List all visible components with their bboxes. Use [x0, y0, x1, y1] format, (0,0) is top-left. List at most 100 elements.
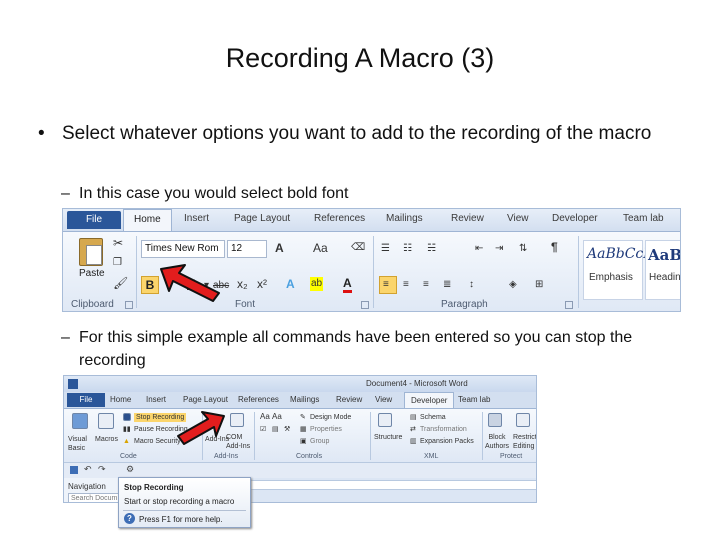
tab-team-lab[interactable]: Team lab: [458, 395, 490, 404]
restrict-editing-icon[interactable]: [516, 413, 530, 427]
rich-text-control-button[interactable]: Aa: [260, 412, 270, 421]
align-center-icon[interactable]: ≡: [403, 278, 409, 292]
numbering-icon[interactable]: ☷: [403, 242, 412, 256]
highlight-color-button[interactable]: ab: [310, 277, 324, 291]
transformation-button[interactable]: Transformation: [420, 425, 467, 434]
tab-developer[interactable]: Developer: [552, 213, 598, 224]
copy-icon[interactable]: ❐: [113, 256, 122, 270]
design-mode-icon[interactable]: ✎: [300, 413, 306, 422]
paste-label[interactable]: Paste: [79, 268, 105, 279]
schema-button[interactable]: Schema: [420, 413, 446, 422]
save-icon[interactable]: [70, 466, 78, 474]
bullets-icon[interactable]: ☰: [381, 242, 390, 256]
font-name-box[interactable]: Times New Rom: [141, 240, 225, 258]
scissors-icon[interactable]: ✂: [113, 236, 123, 250]
sort-icon[interactable]: ⇅: [519, 242, 527, 256]
macros-label[interactable]: Macros: [95, 435, 118, 444]
redo-icon[interactable]: ↷: [98, 464, 106, 475]
expansion-packs-icon[interactable]: ▥: [410, 437, 417, 446]
visual-basic-icon[interactable]: [72, 413, 88, 429]
visual-basic-label[interactable]: Visual Basic: [68, 435, 96, 453]
com-addins-icon[interactable]: [230, 413, 244, 427]
tab-file[interactable]: File: [67, 211, 121, 229]
tab-home[interactable]: Home: [123, 209, 172, 232]
navigation-label: Navigation: [68, 482, 106, 491]
schema-icon[interactable]: ▤: [410, 413, 417, 422]
subscript-button[interactable]: x₂: [237, 277, 248, 291]
paste-icon[interactable]: [79, 238, 103, 266]
structure-label[interactable]: Structure: [374, 433, 402, 442]
clipboard-launcher-icon[interactable]: [125, 301, 133, 309]
tab-developer[interactable]: Developer: [404, 392, 455, 409]
align-left-icon[interactable]: ≡: [383, 278, 389, 292]
structure-icon[interactable]: [378, 413, 392, 427]
tab-review[interactable]: Review: [451, 213, 484, 224]
tab-view[interactable]: View: [375, 395, 392, 404]
search-document-input[interactable]: Search Docum: [68, 493, 120, 502]
block-authors-icon[interactable]: [488, 413, 502, 427]
tab-home[interactable]: Home: [110, 395, 131, 404]
macro-icon[interactable]: ⚙: [126, 464, 134, 475]
tab-file[interactable]: File: [67, 393, 105, 407]
grow-font-icon[interactable]: A: [275, 241, 284, 255]
window-title-bar: Document4 - Microsoft Word: [64, 376, 536, 392]
macros-icon[interactable]: [98, 413, 114, 429]
legacy-tools-icon[interactable]: ⚒: [284, 425, 290, 434]
justify-icon[interactable]: ≣: [443, 278, 451, 292]
block-authors-label[interactable]: Block Authors: [484, 433, 510, 451]
decrease-indent-icon[interactable]: ⇤: [475, 242, 483, 256]
tab-mailings[interactable]: Mailings: [290, 395, 319, 404]
group-icon[interactable]: ▣: [300, 437, 307, 446]
document-ruler[interactable]: [234, 480, 536, 490]
ribbon-body: Paste ✂ ❐ 🖌 Clipboard Times New Rom 12 A…: [63, 231, 680, 311]
stop-recording-icon[interactable]: [123, 413, 131, 421]
design-mode-button[interactable]: Design Mode: [310, 413, 351, 422]
tab-mailings[interactable]: Mailings: [386, 213, 423, 224]
font-size-box[interactable]: 12: [227, 240, 267, 258]
warning-icon[interactable]: ▲: [123, 437, 130, 446]
tab-view[interactable]: View: [507, 213, 529, 224]
increase-indent-icon[interactable]: ⇥: [495, 242, 503, 256]
bullet-main: • Select whatever options you want to ad…: [38, 120, 698, 147]
line-spacing-icon[interactable]: ↕: [469, 278, 474, 292]
tooltip-title: Stop Recording: [124, 483, 184, 492]
tab-insert[interactable]: Insert: [184, 213, 209, 224]
com-addins-label[interactable]: COM Add-Ins: [226, 433, 254, 451]
tab-insert[interactable]: Insert: [146, 395, 166, 404]
superscript-button[interactable]: x²: [257, 277, 267, 291]
word-icon: [68, 379, 78, 389]
plain-text-control-button[interactable]: Aa: [272, 412, 282, 421]
align-right-icon[interactable]: ≡: [423, 278, 429, 292]
tab-team-lab[interactable]: Team lab: [623, 213, 664, 224]
restrict-editing-label[interactable]: Restrict Editing: [513, 433, 536, 451]
format-painter-icon[interactable]: 🖌: [113, 276, 128, 290]
tab-page-layout[interactable]: Page Layout: [183, 395, 228, 404]
shading-icon[interactable]: ◈: [509, 278, 517, 292]
tab-page-layout[interactable]: Page Layout: [234, 213, 290, 224]
pause-recording-icon[interactable]: ▮▮: [123, 425, 131, 434]
tab-review[interactable]: Review: [336, 395, 362, 404]
group-button[interactable]: Group: [310, 437, 329, 446]
bold-button[interactable]: B: [141, 276, 159, 294]
font-launcher-icon[interactable]: [361, 301, 369, 309]
multilevel-list-icon[interactable]: ☵: [427, 242, 436, 256]
font-color-button[interactable]: A: [343, 276, 352, 293]
borders-icon[interactable]: ⊞: [535, 278, 543, 292]
clear-format-icon[interactable]: ⌫: [351, 241, 365, 255]
paragraph-launcher-icon[interactable]: [565, 301, 573, 309]
tab-references[interactable]: References: [238, 395, 279, 404]
properties-button[interactable]: Properties: [310, 425, 342, 434]
combobox-control-icon[interactable]: ▤: [272, 425, 279, 434]
tab-references[interactable]: References: [314, 213, 365, 224]
properties-icon[interactable]: ▦: [300, 425, 307, 434]
undo-icon[interactable]: ↶: [84, 464, 92, 475]
checkbox-control-icon[interactable]: ☑: [260, 425, 266, 434]
macro-security-button[interactable]: Macro Security: [134, 437, 181, 446]
change-case-button[interactable]: Aa: [313, 241, 328, 255]
expansion-packs-button[interactable]: Expansion Packs: [420, 437, 474, 446]
transformation-icon[interactable]: ⇄: [410, 425, 416, 434]
text-effects-icon[interactable]: A: [286, 277, 295, 291]
paragraph-group-label: Paragraph: [441, 299, 488, 310]
group-separator: [136, 236, 137, 308]
show-formatting-button[interactable]: ¶: [551, 240, 558, 254]
